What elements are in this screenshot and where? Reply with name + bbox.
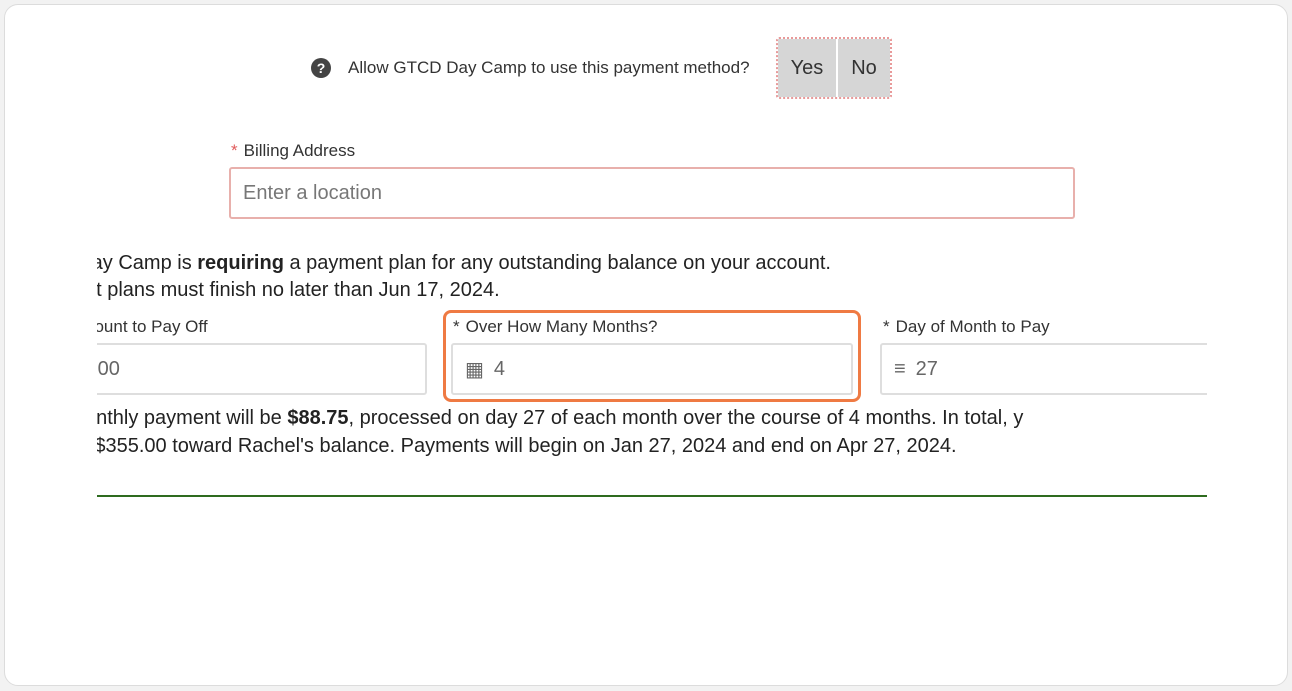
focus-highlight [443,310,861,402]
plan-notice-emphasis: requiring [197,252,284,274]
amount-input[interactable] [97,357,281,381]
day-label: * Day of Month to Pay [883,317,1050,337]
day-input[interactable] [915,357,1116,381]
monthly-amount: $88.75 [287,407,349,429]
amount-field[interactable] [97,343,427,395]
billing-address-label: * Billing Address [231,141,355,161]
amount-label: nount to Pay Off [97,317,208,336]
plan-notice-text-end: a payment plan for any outstanding balan… [283,252,831,274]
yes-button[interactable]: Yes [777,39,837,97]
question-icon[interactable]: ? [311,58,331,78]
summary-line2: ' $355.00 toward Rachel's balance. Payme… [97,435,957,457]
summary-line1: onthly payment will be $88.75, processed… [97,405,1023,431]
day-label-text: Day of Month to Pay [895,317,1050,336]
summary-text-end: , processed on day 27 of each month over… [348,407,1024,429]
required-marker: * [231,141,238,160]
summary-text: onthly payment will be [97,407,288,429]
consent-toggle: Yes No [775,37,892,99]
required-marker: * [883,317,890,336]
billing-address-label-text: Billing Address [243,141,356,160]
list-ordered-icon: ≡ [894,357,906,380]
day-field[interactable]: ≡ [880,343,1207,395]
plan-notice-text: )ay Camp is [97,252,192,274]
no-button[interactable]: No [836,39,890,97]
payment-form: ? Allow GTCD Day Camp to use this paymen… [97,5,1207,685]
payment-consent-row: ? Allow GTCD Day Camp to use this paymen… [311,35,892,101]
billing-address-input[interactable] [229,167,1075,219]
consent-question: Allow GTCD Day Camp to use this payment … [348,58,750,77]
plan-notice-line2: nt plans must finish no later than Jun 1… [97,279,500,301]
page-card: ? Allow GTCD Day Camp to use this paymen… [4,4,1288,686]
plan-notice-line1: )ay Camp is requiring a payment plan for… [97,250,831,276]
section-divider [97,495,1207,497]
